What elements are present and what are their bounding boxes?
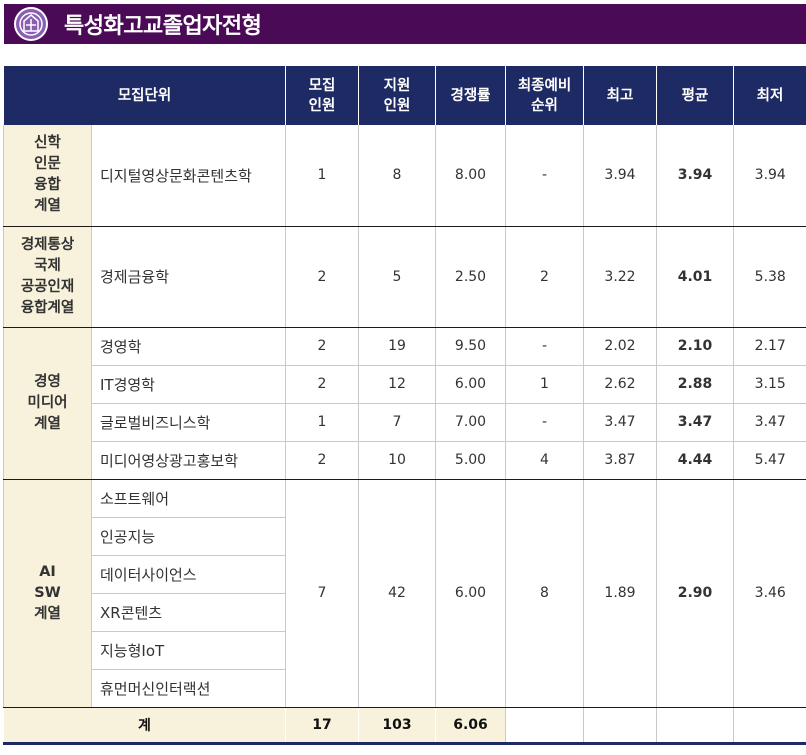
- table-row: AI SW 계열 소프트웨어 7 42 6.00 8 1.89 2.90 3.46: [3, 479, 806, 708]
- dept-name: 디지털영상문화콘텐츠학: [91, 125, 286, 227]
- title-bar: 특성화고교졸업자전형: [4, 4, 806, 44]
- table-row: 미디어영상광고홍보학 2 10 5.00 4 3.87 4.44 5.47: [4, 441, 806, 480]
- header-waitlist: 최종예비 순위: [505, 66, 584, 125]
- header-min: 최저: [733, 66, 806, 125]
- cell-waitlist: -: [505, 125, 584, 227]
- cell-avg: 4.01: [656, 226, 734, 328]
- total-blank: [656, 707, 734, 745]
- cell-min: 5.47: [733, 441, 806, 480]
- cell-ratio: 5.00: [435, 441, 506, 480]
- cell-max: 2.62: [583, 365, 657, 404]
- cell-waitlist: -: [505, 403, 584, 442]
- cell-ratio: 7.00: [435, 403, 506, 442]
- cell-applicants: 19: [358, 327, 436, 366]
- cell-quota: 1: [285, 125, 359, 227]
- cell-ratio: 6.00: [435, 365, 506, 404]
- header-ratio: 경쟁률: [435, 66, 506, 125]
- header-quota: 모집 인원: [285, 66, 359, 125]
- dept-name: 데이터사이언스: [91, 555, 286, 594]
- cell-applicants: 10: [358, 441, 436, 480]
- total-quota: 17: [285, 707, 359, 745]
- dept-name: 휴먼머신인터랙션: [91, 669, 286, 708]
- cell-min: 2.17: [733, 327, 806, 366]
- cell-avg: 2.90: [656, 479, 734, 708]
- cell-applicants: 5: [358, 226, 436, 328]
- cell-applicants: 8: [358, 125, 436, 227]
- dept-name: 미디어영상광고홍보학: [91, 441, 286, 480]
- cell-max: 3.87: [583, 441, 657, 480]
- group-label: 경영 미디어 계열: [3, 327, 92, 480]
- cell-avg: 2.10: [656, 327, 734, 366]
- table-row: 경제통상 국제 공공인재 융합계열 경제금융학 2 5 2.50 2 3.22 4.0…: [3, 226, 806, 328]
- total-blank: [505, 707, 584, 745]
- table-row: 신학 인문 융합 계열 디지털영상문화콘텐츠학 1 8 8.00 - 3.94 3.9…: [3, 125, 806, 227]
- cell-avg: 3.47: [656, 403, 734, 442]
- total-row: 계 17 103 6.06: [3, 707, 806, 745]
- total-blank: [583, 707, 657, 745]
- dept-name: 인공지능: [91, 517, 286, 556]
- total-applicants: 103: [358, 707, 436, 745]
- cell-waitlist: 8: [505, 479, 584, 708]
- cell-min: 3.47: [733, 403, 806, 442]
- cell-quota: 2: [285, 226, 359, 328]
- dept-name: IT경영학: [91, 365, 286, 404]
- dept-name: XR콘텐츠: [91, 593, 286, 632]
- group-label: 경제통상 국제 공공인재 융합계열: [3, 226, 92, 328]
- cell-quota: 1: [285, 403, 359, 442]
- total-ratio: 6.06: [435, 707, 506, 745]
- cell-ratio: 2.50: [435, 226, 506, 328]
- cell-max: 1.89: [583, 479, 657, 708]
- cell-waitlist: -: [505, 327, 584, 366]
- dept-name: 글로벌비즈니스학: [91, 403, 286, 442]
- cell-quota: 2: [285, 441, 359, 480]
- cell-ratio: 8.00: [435, 125, 506, 227]
- total-label: 계: [3, 707, 286, 745]
- cell-max: 2.02: [583, 327, 657, 366]
- dept-name: 경영학: [91, 327, 286, 366]
- cell-avg: 2.88: [656, 365, 734, 404]
- header-applicants: 지원 인원: [358, 66, 436, 125]
- cell-min: 3.46: [733, 479, 806, 708]
- group-label: AI SW 계열: [3, 479, 92, 708]
- cell-quota: 2: [285, 365, 359, 404]
- cell-waitlist: 1: [505, 365, 584, 404]
- cell-avg: 4.44: [656, 441, 734, 480]
- table-row: 경영 미디어 계열 경영학 2 19 9.50 - 2.02 2.10 2.17: [3, 327, 806, 480]
- cell-applicants: 7: [358, 403, 436, 442]
- cell-applicants: 12: [358, 365, 436, 404]
- cell-quota: 7: [285, 479, 359, 708]
- admission-results-table: 모집단위 모집 인원 지원 인원 경쟁률 최종예비 순위 최고 평균 최저 신학 인문 융…: [3, 66, 806, 745]
- cell-max: 3.94: [583, 125, 657, 227]
- cell-min: 5.38: [733, 226, 806, 328]
- page-title: 특성화고교졸업자전형: [64, 14, 262, 39]
- cell-waitlist: 2: [505, 226, 584, 328]
- table-row: 글로벌비즈니스학 1 7 7.00 - 3.47 3.47 3.47: [4, 403, 806, 442]
- cell-ratio: 6.00: [435, 479, 506, 708]
- cell-applicants: 42: [358, 479, 436, 708]
- cell-quota: 2: [285, 327, 359, 366]
- header-max: 최고: [583, 66, 657, 125]
- header-unit: 모집단위: [3, 66, 286, 125]
- cell-max: 3.47: [583, 403, 657, 442]
- cell-avg: 3.94: [656, 125, 734, 227]
- cell-waitlist: 4: [505, 441, 584, 480]
- total-blank: [733, 707, 806, 745]
- dept-name: 지능형IoT: [91, 631, 286, 670]
- group-label: 신학 인문 융합 계열: [3, 125, 92, 227]
- cell-min: 3.94: [733, 125, 806, 227]
- table-row: IT경영학 2 12 6.00 1 2.62 2.88 3.15: [4, 365, 806, 404]
- table-header-row: 모집단위 모집 인원 지원 인원 경쟁률 최종예비 순위 최고 평균 최저: [3, 66, 806, 125]
- cell-ratio: 9.50: [435, 327, 506, 366]
- university-seal-icon: [12, 5, 50, 43]
- cell-min: 3.15: [733, 365, 806, 404]
- cell-max: 3.22: [583, 226, 657, 328]
- dept-name: 소프트웨어: [91, 479, 286, 518]
- dept-name: 경제금융학: [91, 226, 286, 328]
- header-avg: 평균: [656, 66, 734, 125]
